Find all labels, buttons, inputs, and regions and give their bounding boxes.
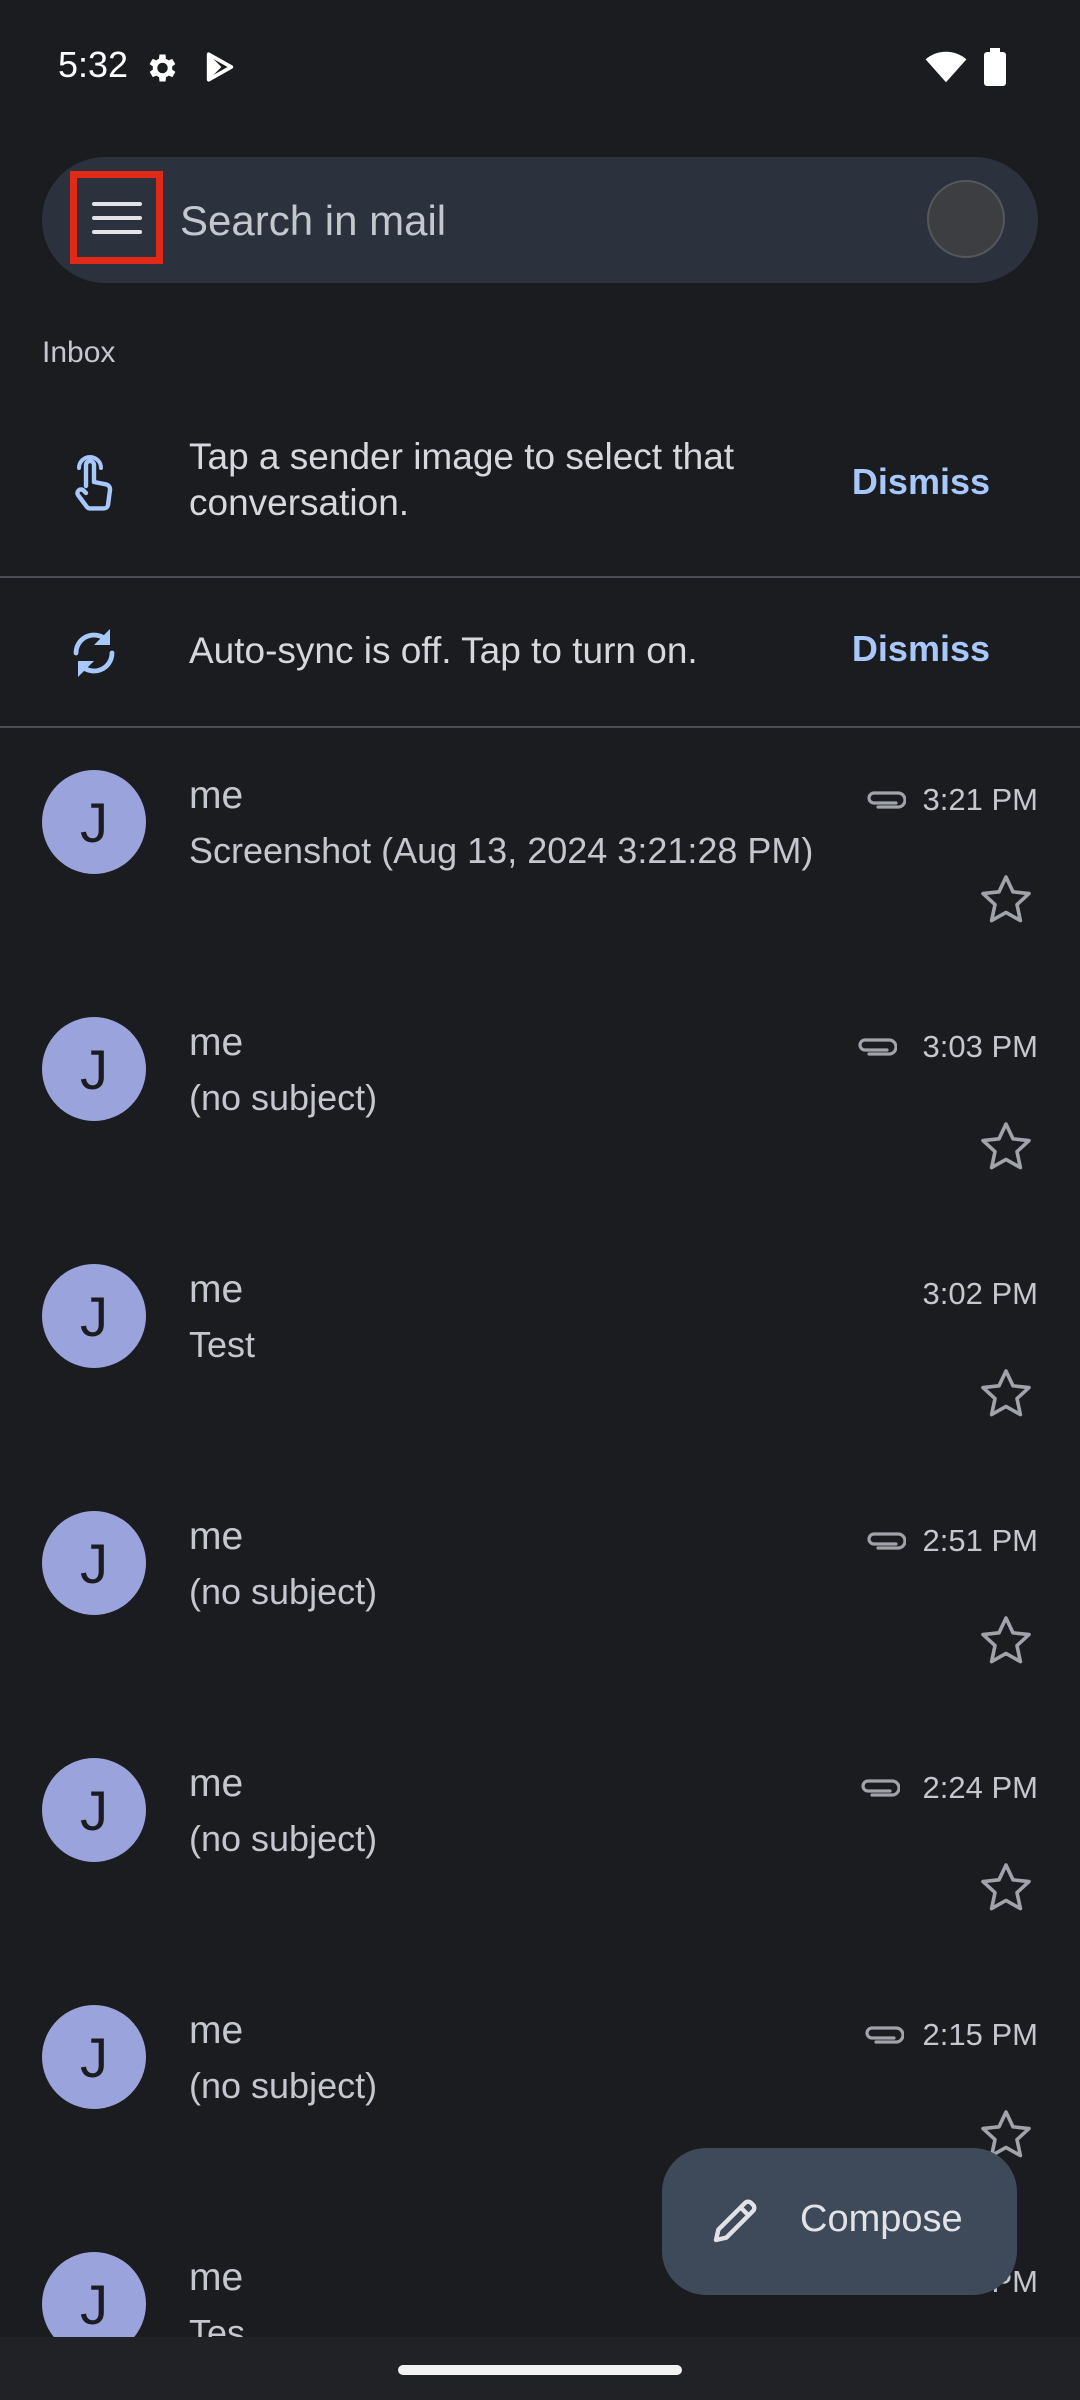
email-subject: (no subject) [189,1077,378,1118]
compose-label: Compose [800,2198,963,2240]
menu-button[interactable] [70,171,163,264]
email-subject: Screenshot (Aug 13, 2024 3:21:28 PM) [189,830,814,871]
compose-button[interactable]: Compose [662,2148,1017,2295]
star-icon[interactable] [980,1121,1032,1176]
email-time: 2:24 PM [922,1770,1038,1805]
sender-avatar[interactable]: J [42,1264,146,1368]
sender-avatar[interactable]: J [42,1511,146,1615]
tip-text: Tap a sender image to select that conver… [189,436,735,523]
account-avatar[interactable] [927,180,1005,258]
status-time: 5:32 [58,44,129,85]
email-subject: Test [189,1324,256,1365]
sender-avatar[interactable]: J [42,2252,146,2337]
attachment-icon [864,788,907,817]
sender-avatar[interactable]: J [42,1758,146,1862]
tap-hand-icon [68,452,120,519]
pencil-icon [710,2196,760,2251]
email-time: 3:03 PM [922,1029,1038,1064]
attachment-icon [855,1035,898,1064]
email-sender: me [189,1762,244,1805]
email-row[interactable]: J me Screenshot (Aug 13, 2024 3:21:28 PM… [0,770,1080,1017]
star-icon[interactable] [980,1615,1032,1670]
attachment-icon [862,2023,905,2052]
email-row[interactable]: J me (no subject) 2:24 PM [0,1758,1080,2005]
star-icon[interactable] [980,1862,1032,1917]
tip-banner: Tap a sender image to select that conver… [0,420,1080,576]
email-row[interactable]: J me Test 3:02 PM [0,1264,1080,1511]
star-icon[interactable] [980,874,1032,929]
email-sender: me [189,1515,244,1558]
wifi-icon [925,50,967,89]
battery-icon [984,48,1006,91]
sync-text: Auto-sync is off. Tap to turn on. [189,630,698,671]
gear-icon [143,50,179,91]
sync-icon [68,625,120,686]
email-row[interactable]: J me (no subject) 3:03 PM [0,1017,1080,1264]
sender-avatar[interactable]: J [42,770,146,874]
dismiss-button[interactable]: Dismiss [852,628,990,670]
email-subject: (no subject) [189,1818,378,1859]
email-subject: Tes [189,2312,246,2337]
email-sender: me [189,1268,244,1311]
divider [0,726,1080,728]
home-gesture-handle[interactable] [398,2365,682,2375]
email-row[interactable]: J me (no subject) 2:51 PM [0,1511,1080,1758]
star-icon[interactable] [980,1368,1032,1423]
email-subject: (no subject) [189,1571,378,1612]
email-sender: me [189,1021,244,1064]
email-sender: me [189,2009,244,2052]
sender-avatar[interactable]: J [42,2005,146,2109]
sender-avatar[interactable]: J [42,1017,146,1121]
email-subject: (no subject) [189,2065,378,2106]
hamburger-menu-icon [91,201,142,234]
email-sender: me [189,774,244,817]
email-time: 3:02 PM [922,1276,1038,1311]
search-bar[interactable]: Search in mail [42,157,1038,283]
email-time: 2:15 PM [922,2017,1038,2052]
attachment-icon [858,1776,901,1805]
email-time: 2:51 PM [922,1523,1038,1558]
sync-banner[interactable]: Auto-sync is off. Tap to turn on. Dismis… [0,578,1080,726]
folder-label: Inbox [42,336,116,369]
email-sender: me [189,2256,244,2299]
play-store-icon [203,50,237,89]
email-time: 3:21 PM [922,782,1038,817]
attachment-icon [864,1529,907,1558]
dismiss-button[interactable]: Dismiss [852,461,990,503]
status-bar: 5:32 [0,0,1080,140]
navigation-bar [0,2337,1080,2400]
search-input[interactable]: Search in mail [180,197,446,245]
